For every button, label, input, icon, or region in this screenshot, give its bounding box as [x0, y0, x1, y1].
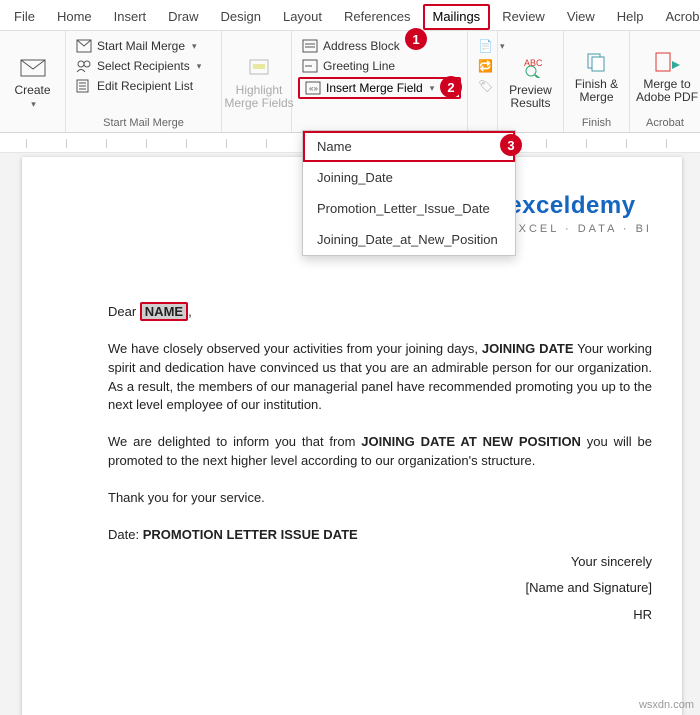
tab-view[interactable]: View	[557, 4, 605, 30]
preview-icon: ABC	[519, 54, 543, 82]
select-recipients-label: Select Recipients	[97, 59, 190, 73]
tab-references[interactable]: References	[334, 4, 420, 30]
tab-home[interactable]: Home	[47, 4, 102, 30]
mailmerge-icon	[76, 39, 92, 53]
signoff-3: HR	[108, 606, 652, 625]
merge-field-name[interactable]: NAME	[140, 302, 188, 321]
group-acrobat: Merge to Adobe PDF Acrobat	[630, 31, 700, 132]
labels-icon: 🏷	[478, 79, 493, 93]
greeting-line-button[interactable]: Greeting Line	[298, 57, 461, 75]
merge-field-option-joining-date[interactable]: Joining_Date	[303, 162, 515, 193]
p2-field: JOINING DATE AT NEW POSITION	[361, 434, 581, 449]
date-line: Date: PROMOTION LETTER ISSUE DATE	[108, 526, 652, 545]
watermark: exceldemy EXCEL · DATA · BI	[508, 189, 652, 238]
edit-list-icon	[76, 79, 92, 93]
edit-recipient-list-label: Edit Recipient List	[97, 79, 193, 93]
merge-to-pdf-button[interactable]: Merge to Adobe PDF	[636, 33, 698, 115]
tab-layout[interactable]: Layout	[273, 4, 332, 30]
group-start-mail-merge: Start Mail Merge▾ Select Recipients▾ Edi…	[66, 31, 222, 132]
edit-recipient-list-button[interactable]: Edit Recipient List	[72, 77, 205, 95]
tab-help[interactable]: Help	[607, 4, 654, 30]
svg-text:ABC: ABC	[524, 58, 543, 68]
callout-1: 1	[405, 28, 427, 50]
group-finish: Finish & Merge Finish	[564, 31, 630, 132]
letter-body: Dear NAME, We have closely observed your…	[108, 303, 652, 625]
tab-design[interactable]: Design	[211, 4, 271, 30]
address-block-button[interactable]: Address Block	[298, 37, 461, 55]
start-mail-merge-button[interactable]: Start Mail Merge▾	[72, 37, 205, 55]
tab-mailings[interactable]: Mailings	[423, 4, 491, 30]
create-label: Create	[14, 83, 50, 97]
tab-insert[interactable]: Insert	[104, 4, 157, 30]
p1-field: JOINING DATE	[482, 341, 574, 356]
finish-icon	[585, 48, 609, 76]
select-recipients-button[interactable]: Select Recipients▾	[72, 57, 205, 75]
insert-field-icon: «»	[305, 81, 321, 95]
merge-field-dropdown: Name Joining_Date Promotion_Letter_Issue…	[302, 130, 516, 256]
group-label-finish: Finish	[570, 115, 623, 132]
tab-review[interactable]: Review	[492, 4, 555, 30]
preview-label: Preview Results	[509, 84, 552, 110]
highlight-icon	[248, 54, 270, 82]
start-mail-merge-label: Start Mail Merge	[97, 39, 185, 53]
merge-field-option-name[interactable]: Name	[303, 131, 515, 162]
salutation-pre: Dear	[108, 304, 140, 319]
paragraph-1: We have closely observed your activities…	[108, 340, 652, 415]
envelope-icon	[20, 54, 46, 82]
signoff-1: Your sincerely	[108, 553, 652, 572]
callout-2: 2	[440, 76, 462, 98]
watermark-tag: EXCEL · DATA · BI	[508, 222, 652, 238]
address-block-label: Address Block	[323, 39, 400, 53]
p1a: We have closely observed your activities…	[108, 341, 482, 356]
paragraph-2: We are delighted to inform you that from…	[108, 433, 652, 471]
insert-merge-field-label: Insert Merge Field	[326, 81, 423, 95]
create-button[interactable]: Create▾	[6, 33, 59, 127]
people-icon	[76, 59, 92, 73]
greeting-line-icon	[302, 59, 318, 73]
callout-3: 3	[500, 134, 522, 156]
date-pre: Date:	[108, 527, 143, 542]
svg-text:«»: «»	[309, 84, 318, 93]
tab-draw[interactable]: Draw	[158, 4, 208, 30]
highlight-merge-fields-button[interactable]: Highlight Merge Fields	[228, 33, 290, 127]
salutation-line: Dear NAME,	[108, 303, 652, 322]
signoff-2: [Name and Signature]	[108, 579, 652, 598]
menu-bar: File Home Insert Draw Design Layout Refe…	[0, 0, 700, 31]
ribbon: Create▾ Start Mail Merge▾ Select Recipie…	[0, 31, 700, 133]
highlight-label: Highlight Merge Fields	[224, 84, 293, 110]
group-rules: 📄▾ 🔁 🏷	[468, 31, 498, 132]
group-label-create	[6, 127, 59, 132]
p2a: We are delighted to inform you that from	[108, 434, 361, 449]
source-tag: wsxdn.com	[639, 699, 694, 711]
group-preview: ABC Preview Results	[498, 31, 564, 132]
finish-label: Finish & Merge	[575, 78, 618, 104]
rules-icon: 📄	[478, 39, 493, 53]
thanks-line: Thank you for your service.	[108, 489, 652, 508]
watermark-brand: exceldemy	[508, 189, 652, 224]
group-label-acrobat: Acrobat	[636, 115, 694, 132]
group-create: Create▾	[0, 31, 66, 132]
acrobat-label: Merge to Adobe PDF	[636, 78, 698, 104]
chevron-down-icon: ▾	[430, 83, 435, 94]
greeting-line-label: Greeting Line	[323, 59, 395, 73]
date-field: PROMOTION LETTER ISSUE DATE	[143, 527, 358, 542]
merge-field-option-promotion-letter[interactable]: Promotion_Letter_Issue_Date	[303, 193, 515, 224]
preview-results-button[interactable]: ABC Preview Results	[504, 33, 557, 127]
address-block-icon	[302, 39, 318, 53]
pdf-icon	[654, 48, 680, 76]
finish-merge-button[interactable]: Finish & Merge	[570, 33, 623, 115]
match-icon: 🔁	[478, 59, 493, 73]
tab-file[interactable]: File	[4, 4, 45, 30]
insert-merge-field-button[interactable]: «» Insert Merge Field ▾	[298, 77, 461, 99]
group-label-start: Start Mail Merge	[72, 115, 215, 132]
group-highlight: Highlight Merge Fields	[222, 31, 292, 132]
tab-acrobat[interactable]: Acrobat	[656, 4, 700, 30]
merge-field-option-new-position[interactable]: Joining_Date_at_New_Position	[303, 224, 515, 255]
